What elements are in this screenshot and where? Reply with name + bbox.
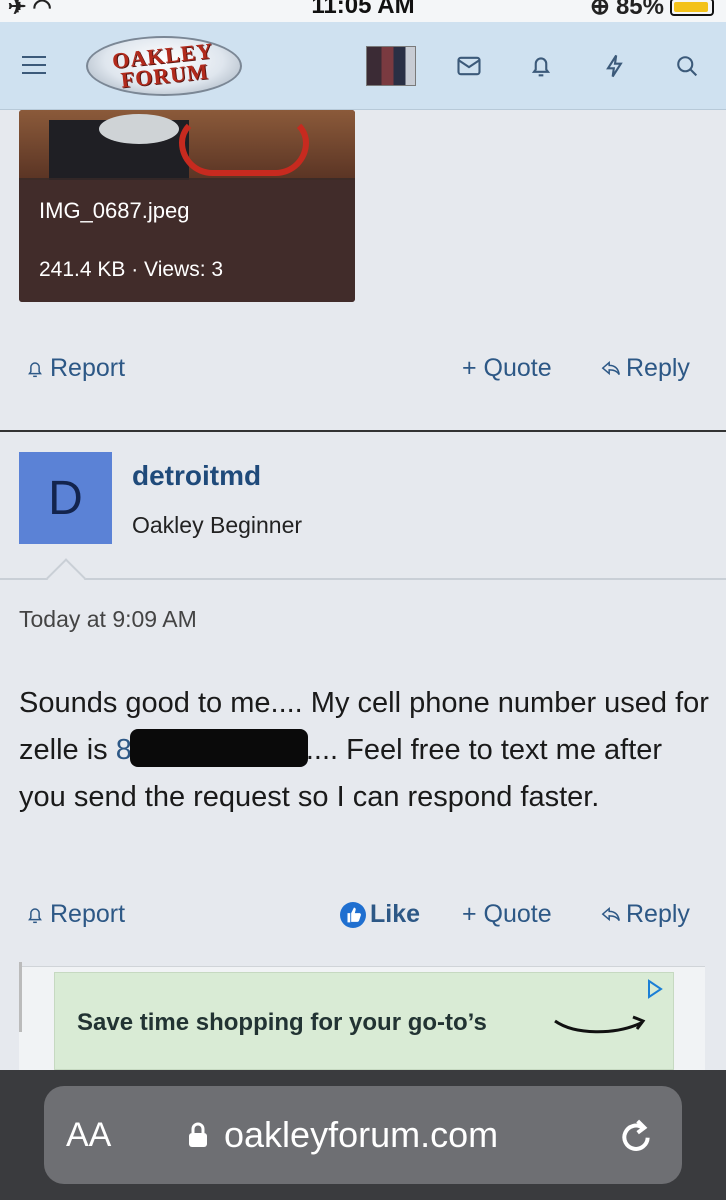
report-link[interactable]: Report <box>24 900 125 929</box>
orientation-lock-icon: ⊕ <box>589 0 610 20</box>
reply-arrow-icon <box>601 906 620 921</box>
lightning-icon[interactable] <box>600 52 630 80</box>
search-icon[interactable] <box>672 52 702 80</box>
post-actions: Report Like + Quote Reply <box>0 894 726 934</box>
report-link[interactable]: Report <box>24 354 125 383</box>
menu-icon[interactable] <box>22 56 46 76</box>
username-link[interactable]: detroitmd <box>132 460 261 492</box>
battery-icon <box>670 0 714 16</box>
browser-toolbar: AA oakleyforum.com <box>0 1070 726 1200</box>
avatar[interactable]: D <box>19 452 112 544</box>
adchoices-icon[interactable] <box>643 977 667 1001</box>
reply-arrow-icon <box>601 360 620 375</box>
battery-percent: 85% <box>615 0 664 20</box>
quote-link[interactable]: + Quote <box>462 900 552 929</box>
amazon-smile-icon <box>554 1015 646 1034</box>
quote-link[interactable]: + Quote <box>462 354 552 383</box>
envelope-icon[interactable] <box>454 52 484 80</box>
amazon-ad-banner[interactable]: Save time shopping for your go-to’s <box>54 972 674 1070</box>
user-avatar-thumbnail[interactable] <box>366 46 416 86</box>
forum-header: OAKLEY FORUM <box>0 22 726 110</box>
post-body: Sounds good to me.... My cell phone numb… <box>19 687 709 813</box>
bell-icon[interactable] <box>526 52 556 80</box>
thumbs-up-icon <box>340 901 366 928</box>
text-size-button[interactable]: AA <box>66 1116 111 1155</box>
address-bar[interactable]: AA oakleyforum.com <box>44 1086 682 1184</box>
post-divider <box>0 430 726 432</box>
reload-icon[interactable] <box>616 1116 656 1156</box>
sunglasses-image <box>179 116 309 176</box>
user-title: Oakley Beginner <box>132 512 303 538</box>
reply-link[interactable]: Reply <box>600 354 690 383</box>
attachment-card[interactable]: IMG_0687.jpeg 241.4 KB · Views: 3 <box>19 110 355 302</box>
reply-link[interactable]: Reply <box>600 900 690 929</box>
bell-outline-icon <box>28 907 42 923</box>
attachment-filename[interactable]: IMG_0687.jpeg <box>39 198 189 224</box>
like-button[interactable]: Like <box>340 900 420 929</box>
status-right: ⊕ 85% <box>590 0 714 21</box>
prev-post-actions: Report + Quote Reply <box>0 348 726 388</box>
ad-text[interactable]: Save time shopping for your go-to’s <box>77 1009 487 1037</box>
post-date[interactable]: Today at 9:09 AM <box>19 606 197 633</box>
status-bar: ✈ ◠ 11:05 AM ⊕ 85% <box>0 0 726 22</box>
oakley-forum-logo[interactable]: OAKLEY FORUM <box>86 36 242 96</box>
redaction-mark <box>129 729 308 767</box>
attachment-meta: 241.4 KB · Views: 3 <box>39 258 224 281</box>
url-text[interactable]: oakleyforum.com <box>224 1114 498 1156</box>
lock-icon <box>189 1122 207 1147</box>
post-header-separator <box>0 578 726 580</box>
bell-outline-icon <box>28 361 42 377</box>
